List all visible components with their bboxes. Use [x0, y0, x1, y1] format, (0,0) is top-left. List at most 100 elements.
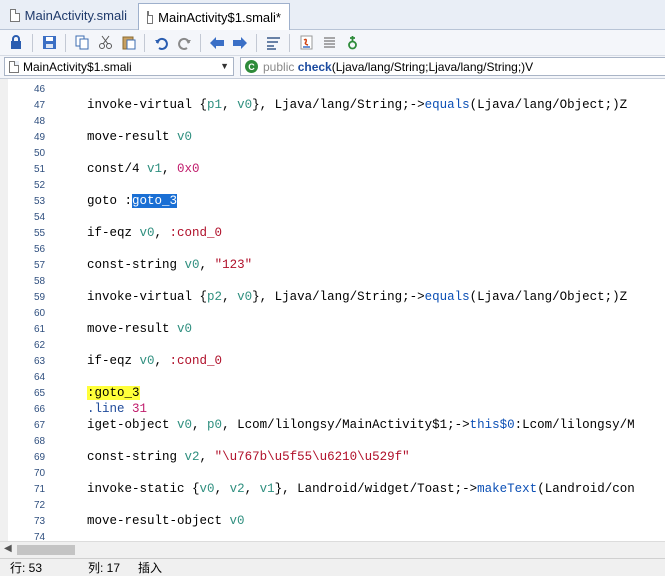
code-text: const/4 v1, 0x0 [87, 162, 200, 176]
undo-icon[interactable] [151, 33, 171, 53]
code-line[interactable]: 68 [0, 433, 665, 449]
code-token: "123" [214, 258, 253, 272]
tab-mainactivity-smali[interactable]: MainActivity.smali [2, 3, 135, 28]
code-line[interactable]: 71 invoke-static {v0, v2, v1}, Landroid/w… [0, 481, 665, 497]
code-text: goto :goto_3 [87, 194, 178, 208]
code-token: v0 [229, 514, 245, 528]
code-token: v0 [237, 98, 253, 112]
redo-icon[interactable] [174, 33, 194, 53]
copy-icon[interactable] [72, 33, 92, 53]
scroll-left-icon[interactable]: ◀ [4, 543, 12, 554]
code-token: , [214, 482, 230, 496]
method-select[interactable]: C public check(Ljava/lang/String;Ljava/l… [240, 57, 665, 76]
code-line[interactable]: 66 .line 31 [0, 401, 665, 417]
code-line[interactable]: 46 [0, 81, 665, 97]
toolbar-separator [200, 33, 201, 52]
code-line[interactable]: 50 [0, 145, 665, 161]
status-row: 行: 53 [10, 561, 43, 575]
code-line[interactable]: 67 iget-object v0, p0, Lcom/lilongsy/Main… [0, 417, 665, 433]
toolbar [0, 30, 665, 56]
code-token: , [199, 258, 215, 272]
wrap-icon[interactable] [263, 33, 283, 53]
code-line[interactable]: 74 [0, 529, 665, 542]
line-number: 58 [34, 275, 46, 287]
code-token: { [199, 98, 208, 112]
line-number: 62 [34, 339, 46, 351]
code-line[interactable]: 65:goto_3 [0, 385, 665, 401]
build-icon[interactable] [342, 33, 362, 53]
horizontal-scrollbar[interactable]: ◀ [0, 541, 665, 558]
code-token: this$0 [469, 418, 515, 432]
lock-icon[interactable] [6, 33, 26, 53]
tab-label: MainActivity.smali [24, 8, 127, 23]
line-number: 71 [34, 483, 46, 495]
scrollbar-thumb[interactable] [17, 545, 75, 555]
line-number: 61 [34, 323, 46, 335]
code-line[interactable]: 63 if-eqz v0, :cond_0 [0, 353, 665, 369]
code-token: goto [87, 194, 125, 208]
code-line[interactable]: 59 invoke-virtual {p2, v0}, Ljava/lang/St… [0, 289, 665, 305]
line-number: 55 [34, 227, 46, 239]
java-icon[interactable] [296, 33, 316, 53]
code-line[interactable]: 53 goto :goto_3 [0, 193, 665, 209]
code-line[interactable]: 70 [0, 465, 665, 481]
code-line[interactable]: 55 if-eqz v0, :cond_0 [0, 225, 665, 241]
code-line[interactable]: 64 [0, 369, 665, 385]
code-token: , [154, 354, 170, 368]
code-token: 31 [132, 402, 148, 416]
method-signature: (Ljava/lang/String;Ljava/lang/String;)V [331, 59, 534, 74]
code-line[interactable]: 49 move-result v0 [0, 129, 665, 145]
code-token: if-eqz [87, 354, 140, 368]
code-text: iget-object v0, p0, Lcom/lilongsy/MainAc… [87, 418, 635, 432]
code-line[interactable]: 54 [0, 209, 665, 225]
code-token: invoke-virtual [87, 98, 200, 112]
tab-mainactivity1-smali[interactable]: MainActivity$1.smali* [138, 3, 290, 30]
line-number: 51 [34, 163, 46, 175]
code-token: move-result [87, 322, 178, 336]
list-icon[interactable] [319, 33, 339, 53]
code-line[interactable]: 51 const/4 v1, 0x0 [0, 161, 665, 177]
code-editor[interactable]: 46 47 invoke-virtual {p1, v0}, Ljava/lang/… [0, 79, 665, 541]
status-bar: 行: 53 列: 17 插入 [0, 558, 665, 576]
code-line[interactable]: 58 [0, 273, 665, 289]
code-text: move-result v0 [87, 130, 192, 144]
code-line[interactable]: 72 [0, 497, 665, 513]
cut-icon[interactable] [95, 33, 115, 53]
line-number: 68 [34, 435, 46, 447]
forward-icon[interactable] [230, 33, 250, 53]
save-icon[interactable] [39, 33, 59, 53]
toolbar-separator [65, 33, 66, 52]
code-token: }, Ljava/lang/String;-> [252, 290, 425, 304]
code-line[interactable]: 62 [0, 337, 665, 353]
code-line[interactable]: 57 const-string v0, "123" [0, 257, 665, 273]
line-number: 52 [34, 179, 46, 191]
line-number: 63 [34, 355, 46, 367]
line-number: 50 [34, 147, 46, 159]
toolbar-separator [32, 33, 33, 52]
code-token: iget-object [87, 418, 178, 432]
code-line[interactable]: 60 [0, 305, 665, 321]
chevron-down-icon[interactable]: ▼ [220, 61, 229, 71]
code-line[interactable]: 69 const-string v2, "\u767b\u5f55\u6210\u… [0, 449, 665, 465]
line-number: 73 [34, 515, 46, 527]
code-token: :Lcom/lilongsy/M [514, 418, 635, 432]
line-number: 59 [34, 291, 46, 303]
tab-bar: MainActivity.smali MainActivity$1.smali* [0, 0, 665, 30]
code-token: p1 [207, 98, 223, 112]
code-token: v0 [237, 290, 253, 304]
back-icon[interactable] [207, 33, 227, 53]
code-line[interactable]: 52 [0, 177, 665, 193]
code-line[interactable]: 47 invoke-virtual {p1, v0}, Ljava/lang/St… [0, 97, 665, 113]
code-line[interactable]: 56 [0, 241, 665, 257]
code-token: equals [424, 290, 470, 304]
code-text: move-result-object v0 [87, 514, 245, 528]
paste-icon[interactable] [118, 33, 138, 53]
code-line[interactable]: 73 move-result-object v0 [0, 513, 665, 529]
code-token: v1 [259, 482, 275, 496]
code-text: const-string v2, "\u767b\u5f55\u6210\u52… [87, 450, 410, 464]
file-select[interactable]: MainActivity$1.smali ▼ [4, 57, 234, 76]
code-line[interactable]: 48 [0, 113, 665, 129]
line-number: 72 [34, 499, 46, 511]
code-line[interactable]: 61 move-result v0 [0, 321, 665, 337]
code-token: , [162, 162, 178, 176]
